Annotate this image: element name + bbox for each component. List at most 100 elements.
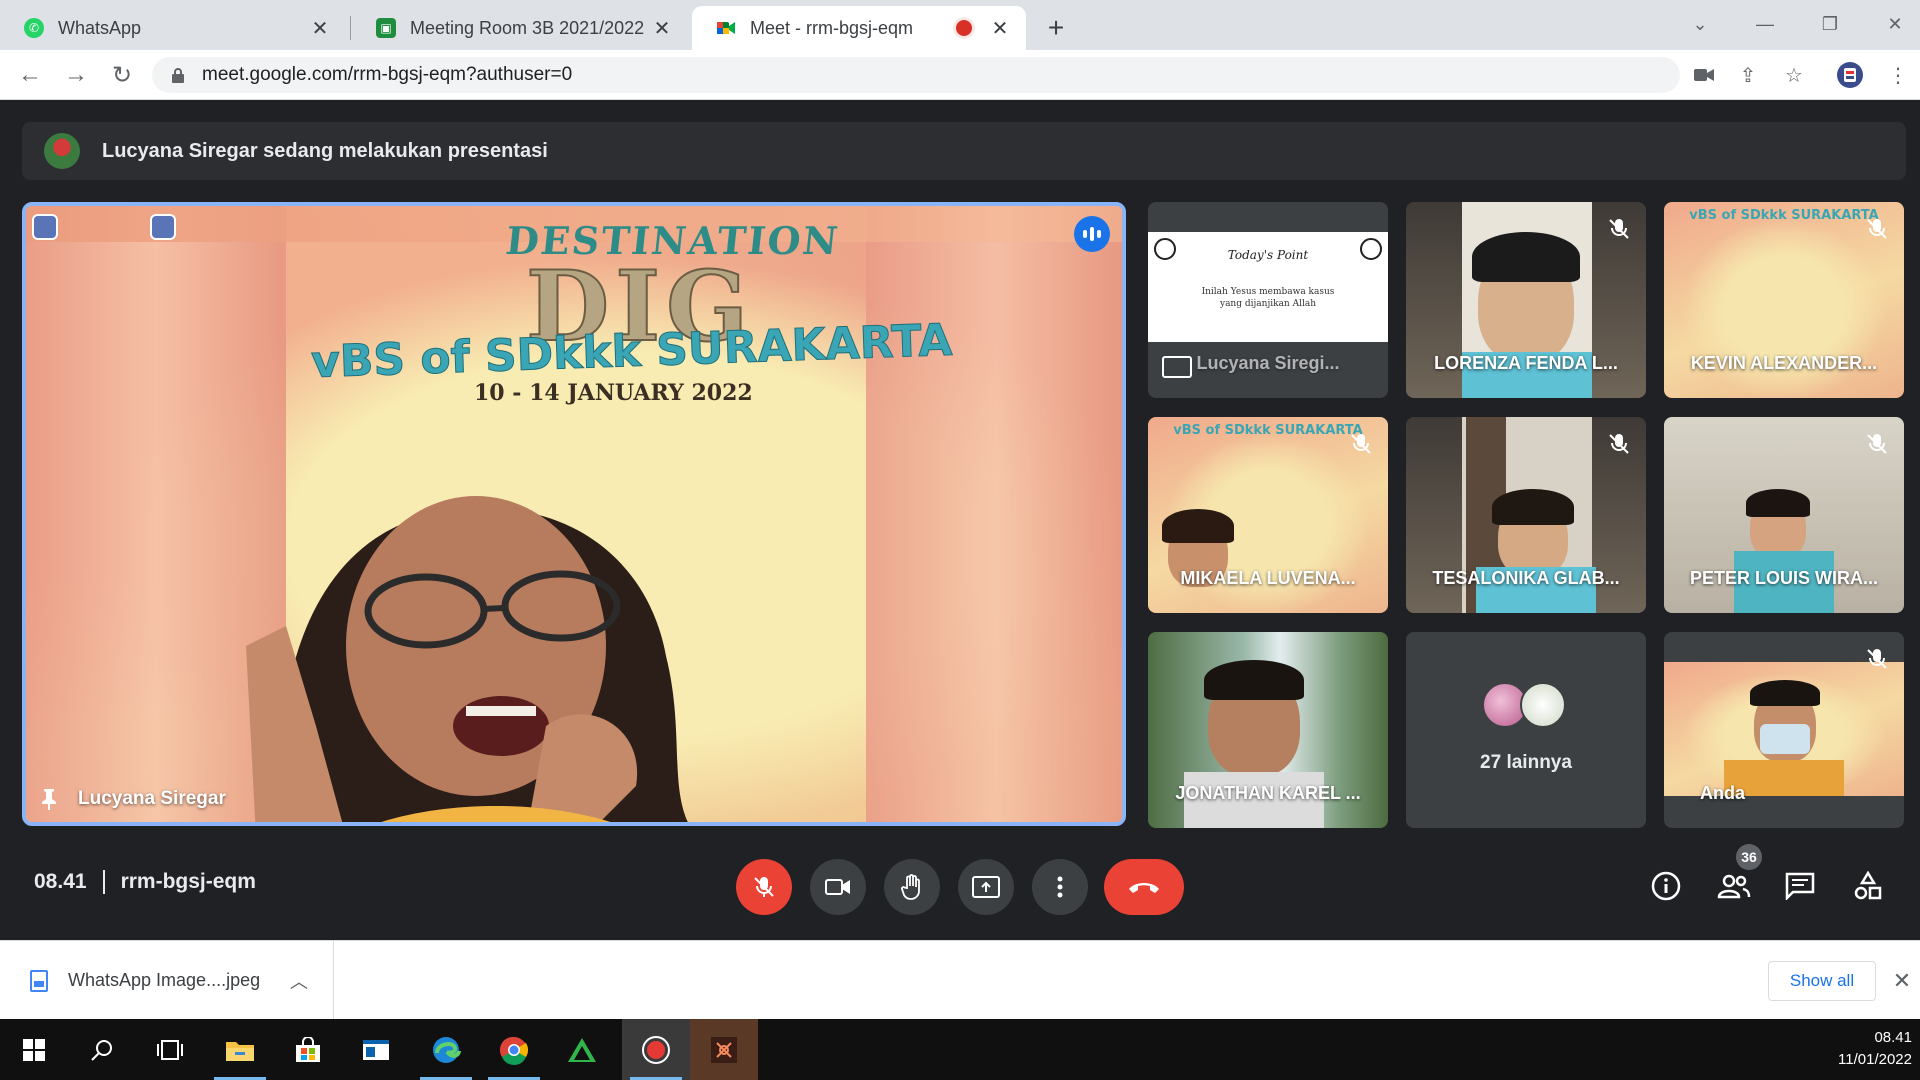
taskbar-drive[interactable] (548, 1019, 616, 1080)
pin-icon[interactable] (40, 788, 58, 810)
forward-icon[interactable]: → (60, 59, 92, 91)
participant-tile[interactable]: vBS of SDkkk SURAKARTA KEVIN ALEXANDER..… (1664, 202, 1904, 398)
classroom-icon: ▣ (376, 18, 396, 38)
participant-hair (1492, 489, 1574, 525)
participant-tile[interactable]: PETER LOUIS WIRA... (1664, 417, 1904, 613)
system-clock[interactable]: 08.41 11/01/2022 (1838, 1027, 1912, 1071)
search-button[interactable] (68, 1019, 136, 1080)
taskbar-recorder[interactable] (622, 1019, 690, 1080)
main-tile-name: Lucyana Siregar (78, 788, 226, 809)
new-tab-button[interactable]: + (1040, 12, 1072, 44)
tab-meeting-room[interactable]: ▣ Meeting Room 3B 2021/2022 ✕ (352, 6, 688, 50)
participant-tile[interactable]: JONATHAN KAREL ... (1148, 632, 1388, 828)
taskbar-chrome[interactable] (480, 1019, 548, 1080)
url-text: meet.google.com/rrm-bgsj-eqm?authuser=0 (202, 64, 573, 85)
participant-tile[interactable]: LORENZA FENDA L... (1406, 202, 1646, 398)
chat-button[interactable] (1780, 866, 1820, 906)
activities-button[interactable] (1848, 866, 1888, 906)
leave-call-button[interactable] (1104, 859, 1184, 915)
tab-search-icon[interactable]: ⌄ (1680, 8, 1720, 40)
bookmark-star-icon[interactable]: ☆ (1780, 61, 1808, 89)
participant-tile[interactable]: Today's Point Inilah Yesus membawa kasus… (1148, 202, 1388, 398)
whatsapp-icon: ✆ (24, 18, 44, 38)
meet-area: Lucyana Siregar sedang melakukan present… (0, 100, 1920, 940)
task-view-button[interactable] (136, 1019, 204, 1080)
activities-icon (1854, 871, 1882, 900)
chrome-browser-icon (499, 1036, 529, 1065)
chevron-up-icon[interactable]: ︿ (287, 969, 311, 993)
restore-icon[interactable]: ❐ (1810, 8, 1850, 40)
taskbar-app-window[interactable] (342, 1019, 410, 1080)
presenter-video (246, 496, 688, 822)
back-icon[interactable]: ← (14, 59, 46, 91)
meeting-details-button[interactable] (1646, 866, 1686, 906)
school-logo-icon (32, 214, 58, 240)
muted-mic-icon (1609, 219, 1629, 239)
main-video-tile[interactable]: DESTINATION DIG vBS of SDkkk SURAKARTA 1… (22, 202, 1126, 826)
taskbar-file-explorer[interactable] (206, 1019, 274, 1080)
task-view-icon (157, 1039, 183, 1060)
slide-heading: Today's Point (1227, 248, 1309, 262)
window-close-icon[interactable]: ✕ (1875, 8, 1915, 40)
mic-toggle-button[interactable] (736, 859, 792, 915)
more-vert-icon (1057, 876, 1063, 898)
share-icon[interactable]: ⇪ (1734, 61, 1762, 89)
camera-in-use-icon[interactable] (1690, 61, 1718, 89)
taskbar-store[interactable] (274, 1019, 342, 1080)
screen: ✆ WhatsApp ✕ ▣ Meeting Room 3B 2021/2022… (0, 0, 1920, 1080)
download-item[interactable]: WhatsApp Image....jpeg ︿ (0, 941, 334, 1020)
tab-meet[interactable]: Meet - rrm-bgsj-eqm ✕ (692, 6, 1026, 50)
tab-title: Meet - rrm-bgsj-eqm (750, 17, 914, 38)
muted-mic-icon (1867, 649, 1887, 669)
video-camera-icon (825, 879, 850, 895)
participant-hair (1746, 489, 1810, 517)
window-app-icon (363, 1039, 389, 1060)
self-tile[interactable]: Anda (1664, 632, 1904, 828)
minimize-icon[interactable]: — (1745, 8, 1785, 40)
main-tile-label: Lucyana Siregar (40, 788, 226, 810)
close-icon[interactable]: ✕ (650, 16, 674, 40)
address-bar[interactable]: meet.google.com/rrm-bgsj-eqm?authuser=0 (152, 57, 1680, 93)
participant-count-badge: 36 (1736, 844, 1762, 870)
start-button[interactable] (0, 1019, 68, 1080)
store-icon (296, 1036, 320, 1062)
presentation-banner: Lucyana Siregar sedang melakukan present… (22, 122, 1906, 180)
present-screen-button[interactable] (958, 859, 1014, 915)
more-participants-tile[interactable]: 27 lainnya (1406, 632, 1646, 828)
taskbar-app[interactable] (690, 1019, 758, 1080)
tab-whatsapp[interactable]: ✆ WhatsApp ✕ (0, 6, 346, 50)
close-icon[interactable]: ✕ (1888, 967, 1916, 995)
browser-menu-icon[interactable]: ⋮ (1884, 61, 1912, 89)
recording-icon (956, 20, 972, 36)
chat-icon (1785, 872, 1815, 900)
edge-browser-icon (433, 1036, 461, 1063)
reload-icon[interactable]: ↻ (106, 59, 138, 91)
speaking-indicator-icon (1074, 216, 1110, 252)
participant-hair (1750, 680, 1820, 706)
muted-mic-icon (1351, 434, 1371, 454)
participant-tile[interactable]: vBS of SDkkk SURAKARTA MIKAELA LUVENA... (1148, 417, 1388, 613)
clock-time: 08.41 (1874, 1029, 1912, 1046)
camera-toggle-button[interactable] (810, 859, 866, 915)
close-icon[interactable]: ✕ (988, 16, 1012, 40)
meeting-code: rrm-bgsj-eqm (120, 870, 256, 893)
taskbar-edge[interactable] (412, 1019, 480, 1080)
show-all-downloads-button[interactable]: Show all (1768, 961, 1876, 1001)
download-file-name: WhatsApp Image....jpeg (68, 970, 261, 990)
muted-mic-icon (1867, 434, 1887, 454)
close-icon[interactable]: ✕ (308, 16, 332, 40)
banner-text: Lucyana Siregar sedang melakukan present… (102, 139, 548, 162)
participant-name: Lucyana Siregi... (1196, 353, 1340, 373)
participant-tile[interactable]: TESALONIKA GLAB... (1406, 417, 1646, 613)
tab-title: WhatsApp (58, 17, 142, 38)
profile-avatar[interactable] (1836, 61, 1864, 89)
participant-name: LORENZA FENDA L... (1434, 353, 1618, 373)
meeting-info: 08.41 rrm-bgsj-eqm (34, 870, 256, 894)
search-icon (91, 1039, 112, 1061)
participant-name: KEVIN ALEXANDER... (1690, 353, 1878, 373)
more-options-button[interactable] (1032, 859, 1088, 915)
raise-hand-button[interactable] (884, 859, 940, 915)
browser-tab-strip: ✆ WhatsApp ✕ ▣ Meeting Room 3B 2021/2022… (0, 0, 1920, 50)
participants-button[interactable] (1714, 866, 1754, 906)
tab-title: Meeting Room 3B 2021/2022 (410, 17, 645, 38)
